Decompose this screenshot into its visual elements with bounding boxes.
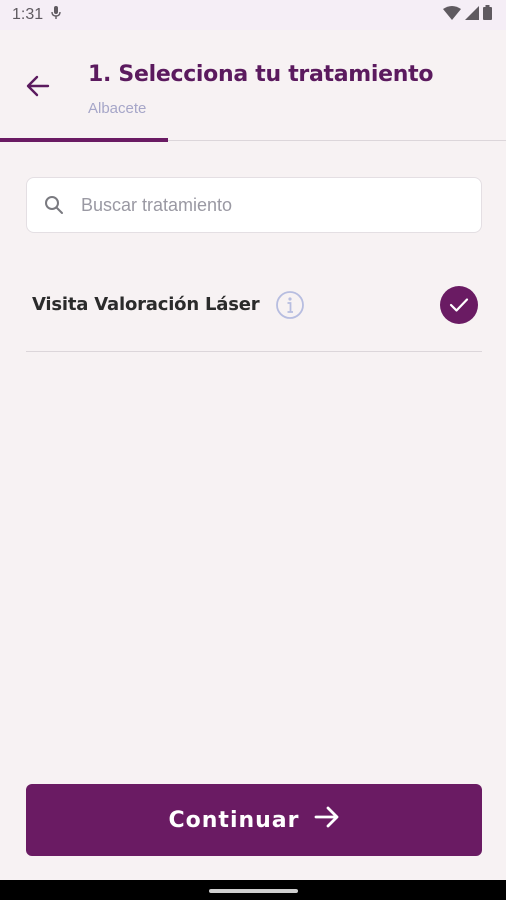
continue-label: Continuar [168,807,300,833]
progress-bar [0,138,506,142]
arrow-left-icon [26,75,50,102]
home-handle[interactable] [209,889,298,893]
wifi-icon [443,5,461,25]
navigation-bar [0,880,506,900]
page-title: 1. Selecciona tu tratamiento [88,62,434,87]
continue-button[interactable]: Continuar [26,784,482,856]
check-icon[interactable] [440,286,478,324]
search-icon [43,194,65,216]
status-left: 1:31 [12,5,61,25]
arrow-right-icon [314,806,340,834]
signal-icon [465,5,479,25]
info-icon[interactable] [275,290,305,320]
search-box[interactable] [26,177,482,233]
back-button[interactable] [22,72,54,104]
battery-icon [483,5,492,25]
status-bar: 1:31 [0,0,506,30]
progress-fill [0,138,169,142]
search-input[interactable] [81,194,461,216]
status-right [443,5,492,25]
header: 1. Selecciona tu tratamiento Albacete [0,30,506,140]
page-subtitle: Albacete [88,100,147,117]
treatment-label: Visita Valoración Láser [32,294,260,315]
status-time: 1:31 [12,6,44,23]
mic-icon [51,5,61,25]
treatment-item[interactable]: Visita Valoración Láser [26,278,482,352]
